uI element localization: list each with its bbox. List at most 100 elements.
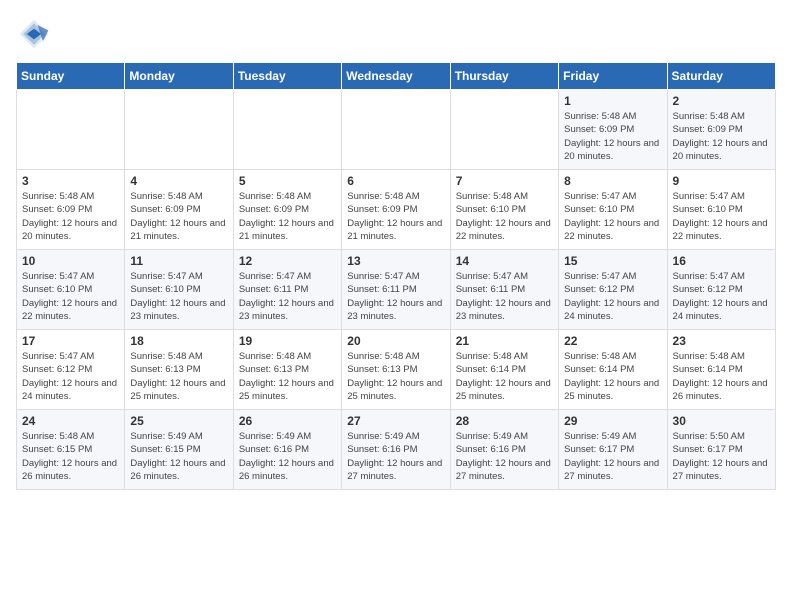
calendar-cell: 28 Sunrise: 5:49 AM Sunset: 6:16 PM Dayli… — [450, 410, 558, 490]
day-number: 18 — [130, 334, 227, 348]
calendar-cell — [450, 90, 558, 170]
day-info: Sunrise: 5:49 AM Sunset: 6:16 PM Dayligh… — [239, 430, 336, 483]
day-info: Sunrise: 5:47 AM Sunset: 6:10 PM Dayligh… — [564, 190, 661, 243]
day-info: Sunrise: 5:47 AM Sunset: 6:11 PM Dayligh… — [239, 270, 336, 323]
col-header-sunday: Sunday — [17, 63, 125, 90]
day-number: 2 — [673, 94, 770, 108]
day-number: 12 — [239, 254, 336, 268]
day-info: Sunrise: 5:48 AM Sunset: 6:14 PM Dayligh… — [564, 350, 661, 403]
day-info: Sunrise: 5:48 AM Sunset: 6:09 PM Dayligh… — [347, 190, 444, 243]
calendar-cell: 19 Sunrise: 5:48 AM Sunset: 6:13 PM Dayli… — [233, 330, 341, 410]
day-info: Sunrise: 5:47 AM Sunset: 6:12 PM Dayligh… — [22, 350, 119, 403]
day-info: Sunrise: 5:48 AM Sunset: 6:09 PM Dayligh… — [239, 190, 336, 243]
calendar-cell: 21 Sunrise: 5:48 AM Sunset: 6:14 PM Dayli… — [450, 330, 558, 410]
day-number: 13 — [347, 254, 444, 268]
day-number: 3 — [22, 174, 119, 188]
calendar-cell: 18 Sunrise: 5:48 AM Sunset: 6:13 PM Dayli… — [125, 330, 233, 410]
day-info: Sunrise: 5:49 AM Sunset: 6:17 PM Dayligh… — [564, 430, 661, 483]
day-number: 20 — [347, 334, 444, 348]
calendar-cell — [125, 90, 233, 170]
col-header-friday: Friday — [559, 63, 667, 90]
col-header-tuesday: Tuesday — [233, 63, 341, 90]
day-number: 10 — [22, 254, 119, 268]
day-info: Sunrise: 5:50 AM Sunset: 6:17 PM Dayligh… — [673, 430, 770, 483]
day-number: 14 — [456, 254, 553, 268]
col-header-saturday: Saturday — [667, 63, 775, 90]
day-info: Sunrise: 5:47 AM Sunset: 6:12 PM Dayligh… — [564, 270, 661, 323]
day-number: 1 — [564, 94, 661, 108]
calendar-cell: 23 Sunrise: 5:48 AM Sunset: 6:14 PM Dayli… — [667, 330, 775, 410]
day-info: Sunrise: 5:48 AM Sunset: 6:14 PM Dayligh… — [456, 350, 553, 403]
day-number: 26 — [239, 414, 336, 428]
day-number: 23 — [673, 334, 770, 348]
day-number: 5 — [239, 174, 336, 188]
day-number: 11 — [130, 254, 227, 268]
calendar-cell: 25 Sunrise: 5:49 AM Sunset: 6:15 PM Dayli… — [125, 410, 233, 490]
day-info: Sunrise: 5:47 AM Sunset: 6:12 PM Dayligh… — [673, 270, 770, 323]
header — [16, 16, 776, 52]
calendar-cell — [233, 90, 341, 170]
day-number: 30 — [673, 414, 770, 428]
day-info: Sunrise: 5:48 AM Sunset: 6:13 PM Dayligh… — [347, 350, 444, 403]
col-header-thursday: Thursday — [450, 63, 558, 90]
calendar-cell: 3 Sunrise: 5:48 AM Sunset: 6:09 PM Daylig… — [17, 170, 125, 250]
day-number: 7 — [456, 174, 553, 188]
day-info: Sunrise: 5:47 AM Sunset: 6:10 PM Dayligh… — [673, 190, 770, 243]
day-number: 22 — [564, 334, 661, 348]
calendar-cell: 20 Sunrise: 5:48 AM Sunset: 6:13 PM Dayli… — [342, 330, 450, 410]
calendar-cell: 16 Sunrise: 5:47 AM Sunset: 6:12 PM Dayli… — [667, 250, 775, 330]
day-number: 21 — [456, 334, 553, 348]
day-number: 29 — [564, 414, 661, 428]
calendar-cell: 4Sunrise: 5:48 AM Sunset: 6:09 PM Daylig… — [125, 170, 233, 250]
day-info: Sunrise: 5:48 AM Sunset: 6:09 PM Dayligh… — [22, 190, 119, 243]
calendar-cell: 30 Sunrise: 5:50 AM Sunset: 6:17 PM Dayli… — [667, 410, 775, 490]
day-info: Sunrise: 5:49 AM Sunset: 6:15 PM Dayligh… — [130, 430, 227, 483]
calendar-cell: 29 Sunrise: 5:49 AM Sunset: 6:17 PM Dayli… — [559, 410, 667, 490]
day-info: Sunrise: 5:48 AM Sunset: 6:15 PM Dayligh… — [22, 430, 119, 483]
col-header-monday: Monday — [125, 63, 233, 90]
day-number: 19 — [239, 334, 336, 348]
day-number: 25 — [130, 414, 227, 428]
day-info: Sunrise: 5:48 AM Sunset: 6:13 PM Dayligh… — [130, 350, 227, 403]
day-info: Sunrise: 5:48 AM Sunset: 6:09 PM Dayligh… — [564, 110, 661, 163]
day-info: Sunrise: 5:48 AM Sunset: 6:13 PM Dayligh… — [239, 350, 336, 403]
calendar-cell: 22 Sunrise: 5:48 AM Sunset: 6:14 PM Dayli… — [559, 330, 667, 410]
calendar-cell: 8 Sunrise: 5:47 AM Sunset: 6:10 PM Daylig… — [559, 170, 667, 250]
day-info: Sunrise: 5:47 AM Sunset: 6:10 PM Dayligh… — [22, 270, 119, 323]
day-number: 6 — [347, 174, 444, 188]
day-info: Sunrise: 5:47 AM Sunset: 6:10 PM Dayligh… — [130, 270, 227, 323]
day-number: 27 — [347, 414, 444, 428]
day-number: 15 — [564, 254, 661, 268]
calendar-cell: 11 Sunrise: 5:47 AM Sunset: 6:10 PM Dayli… — [125, 250, 233, 330]
logo — [16, 16, 58, 52]
calendar-cell: 15 Sunrise: 5:47 AM Sunset: 6:12 PM Dayli… — [559, 250, 667, 330]
day-number: 8 — [564, 174, 661, 188]
day-info: Sunrise: 5:47 AM Sunset: 6:11 PM Dayligh… — [347, 270, 444, 323]
calendar-cell — [342, 90, 450, 170]
calendar-cell: 7 Sunrise: 5:48 AM Sunset: 6:10 PM Daylig… — [450, 170, 558, 250]
day-info: Sunrise: 5:48 AM Sunset: 6:09 PM Dayligh… — [673, 110, 770, 163]
calendar-cell: 26 Sunrise: 5:49 AM Sunset: 6:16 PM Dayli… — [233, 410, 341, 490]
day-info: Sunrise: 5:48 AM Sunset: 6:10 PM Dayligh… — [456, 190, 553, 243]
calendar-cell: 13 Sunrise: 5:47 AM Sunset: 6:11 PM Dayli… — [342, 250, 450, 330]
day-info: Sunrise: 5:49 AM Sunset: 6:16 PM Dayligh… — [347, 430, 444, 483]
calendar-cell: 2 Sunrise: 5:48 AM Sunset: 6:09 PM Daylig… — [667, 90, 775, 170]
logo-icon — [16, 16, 52, 52]
calendar-cell — [17, 90, 125, 170]
calendar-cell: 14 Sunrise: 5:47 AM Sunset: 6:11 PM Dayli… — [450, 250, 558, 330]
col-header-wednesday: Wednesday — [342, 63, 450, 90]
calendar-cell: 6 Sunrise: 5:48 AM Sunset: 6:09 PM Daylig… — [342, 170, 450, 250]
day-info: Sunrise: 5:47 AM Sunset: 6:11 PM Dayligh… — [456, 270, 553, 323]
calendar-cell: 12 Sunrise: 5:47 AM Sunset: 6:11 PM Dayli… — [233, 250, 341, 330]
calendar-cell: 5 Sunrise: 5:48 AM Sunset: 6:09 PM Daylig… — [233, 170, 341, 250]
day-number: 4 — [130, 174, 227, 188]
calendar-cell: 17Sunrise: 5:47 AM Sunset: 6:12 PM Dayli… — [17, 330, 125, 410]
day-info: Sunrise: 5:49 AM Sunset: 6:16 PM Dayligh… — [456, 430, 553, 483]
day-number: 24 — [22, 414, 119, 428]
calendar-cell: 1 Sunrise: 5:48 AM Sunset: 6:09 PM Daylig… — [559, 90, 667, 170]
day-number: 28 — [456, 414, 553, 428]
calendar-table: SundayMondayTuesdayWednesdayThursdayFrid… — [16, 62, 776, 490]
calendar-cell: 24 Sunrise: 5:48 AM Sunset: 6:15 PM Dayli… — [17, 410, 125, 490]
day-number: 16 — [673, 254, 770, 268]
day-info: Sunrise: 5:48 AM Sunset: 6:14 PM Dayligh… — [673, 350, 770, 403]
